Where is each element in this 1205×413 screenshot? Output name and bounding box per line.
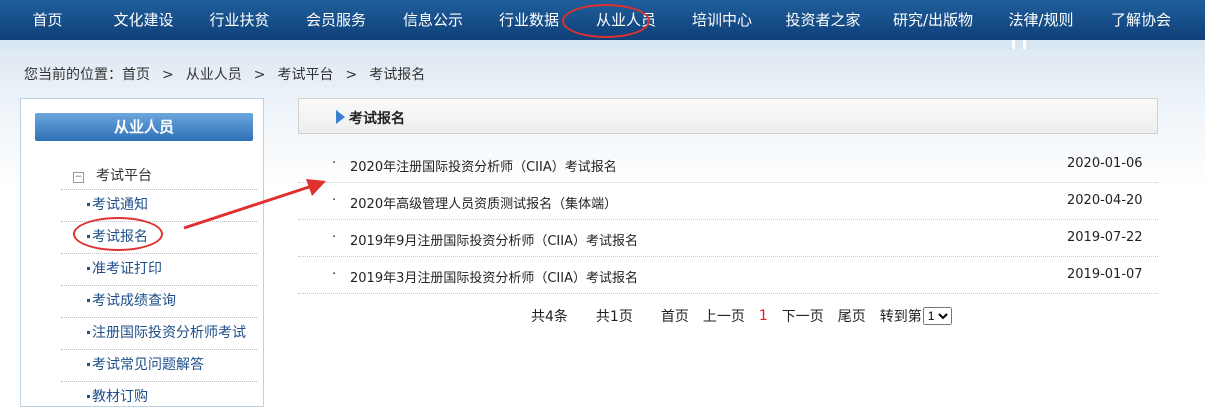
annotation-arrow (183, 179, 326, 230)
arrow-head (306, 179, 326, 196)
arrow-shaft (183, 184, 313, 230)
